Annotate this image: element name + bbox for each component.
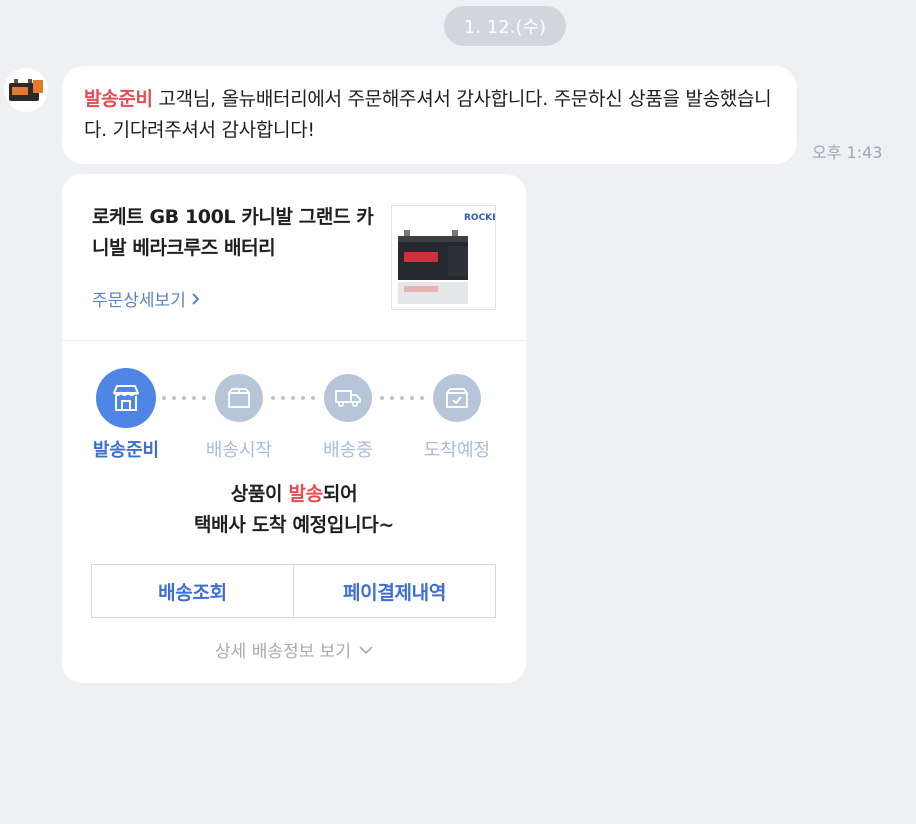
battery-product-image: ROCKET	[392, 206, 495, 309]
message-bubble: 발송준비 고객님, 올뉴배터리에서 주문해주셔서 감사합니다. 주문하신 상품을…	[62, 66, 797, 164]
status-line1-post: 되어	[322, 483, 358, 505]
step-label-transit: 배송중	[323, 440, 373, 461]
avatar[interactable]	[4, 68, 48, 112]
box-check-icon	[446, 388, 468, 408]
status-line1-highlight: 발송	[288, 483, 324, 505]
status-line2: 택배사 도착 예정입니다~	[193, 514, 395, 536]
product-title: 로케트 GB 100L 카니발 그랜드 카니발 베라크루즈 배터리	[92, 206, 374, 259]
store-icon	[113, 385, 139, 411]
card-action-buttons: 배송조회 페이결제내역	[91, 564, 496, 618]
product-thumbnail[interactable]: ROCKET	[391, 205, 496, 310]
box-icon	[228, 388, 250, 408]
track-delivery-button[interactable]: 배송조회	[92, 565, 293, 617]
status-line1-pre: 상품이	[230, 483, 289, 505]
step-label-start: 배송시작	[205, 440, 273, 461]
date-divider: 1. 12.(수)	[444, 6, 566, 46]
step-connector	[162, 396, 206, 400]
step-ready-icon	[96, 368, 156, 428]
step-connector	[271, 396, 315, 400]
pay-history-button[interactable]: 페이결제내역	[293, 565, 495, 617]
truck-icon	[335, 390, 361, 408]
shipping-card: 로케트 GB 100L 카니발 그랜드 카니발 베라크루즈 배터리 주문상세보기…	[62, 174, 526, 683]
step-label-arrival: 도착예정	[423, 440, 491, 461]
thumb-brand-text: ROCKET	[464, 213, 495, 223]
step-start-icon	[215, 374, 263, 422]
battery-shop-logo-icon	[9, 79, 43, 101]
step-connector	[380, 396, 424, 400]
step-arrival-icon	[433, 374, 481, 422]
shipping-detail-toggle[interactable]: 상세 배송정보 보기	[62, 637, 526, 662]
message-text: 고객님, 올뉴배터리에서 주문해주셔서 감사합니다. 주문하신 상품을 발송했습…	[84, 88, 772, 141]
order-detail-link[interactable]: 주문상세보기	[92, 286, 200, 311]
message-status-tag: 발송준비	[84, 88, 153, 110]
step-transit-icon	[324, 374, 372, 422]
step-label-ready: 발송준비	[92, 440, 160, 461]
order-detail-label: 주문상세보기	[92, 291, 186, 311]
card-divider	[62, 340, 526, 341]
shipping-detail-label: 상세 배송정보 보기	[215, 642, 351, 662]
chevron-right-icon	[192, 292, 200, 305]
shipping-status-message: 상품이 발송되어 택배사 도착 예정입니다~	[62, 479, 526, 541]
chevron-down-icon	[359, 645, 373, 654]
message-time: 오후 1:43	[812, 143, 883, 162]
